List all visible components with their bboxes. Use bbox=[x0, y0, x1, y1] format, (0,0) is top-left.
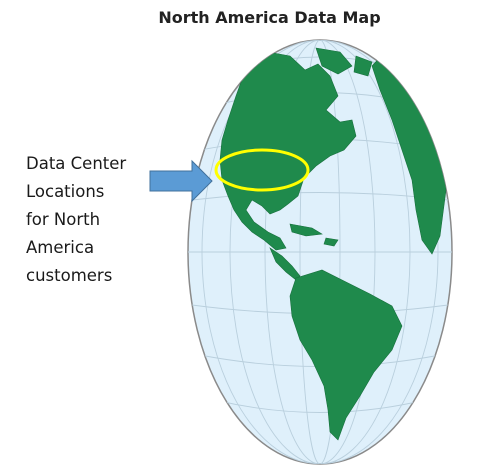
globe-map bbox=[149, 39, 453, 465]
